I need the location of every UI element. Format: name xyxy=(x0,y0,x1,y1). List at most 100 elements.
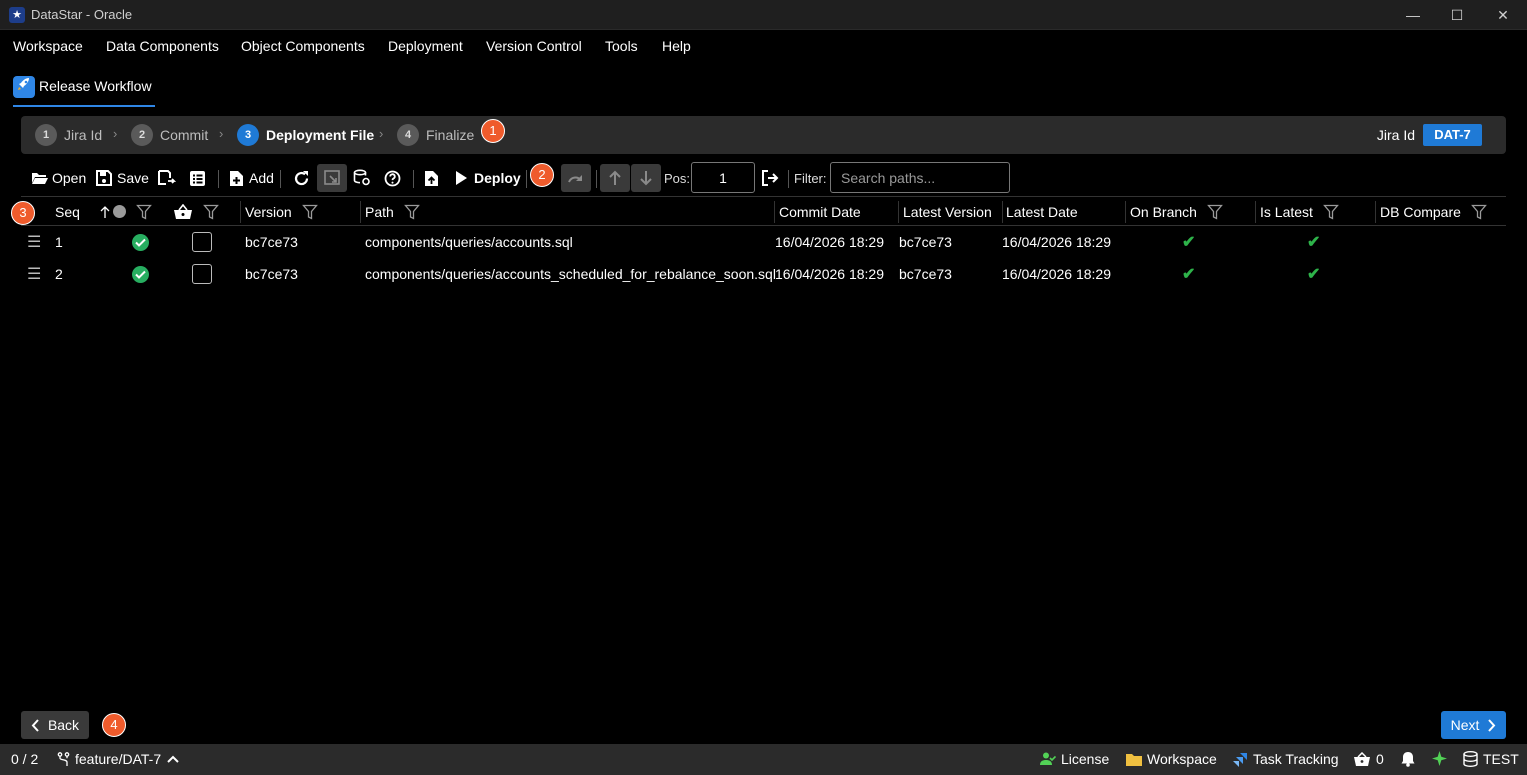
column-status[interactable] xyxy=(109,197,169,226)
is-latest-check-icon: ✔ xyxy=(1307,234,1321,251)
filter-icon[interactable] xyxy=(403,204,420,220)
menu-deployment[interactable]: Deployment xyxy=(388,38,463,54)
latest-version-cell: bc7ce73 xyxy=(899,234,952,250)
upload-button[interactable] xyxy=(422,164,440,192)
add-label: Add xyxy=(249,170,274,186)
license-label: License xyxy=(1061,751,1110,767)
column-path[interactable]: Path xyxy=(361,197,771,226)
compare-button[interactable] xyxy=(353,164,371,192)
drag-handle-icon[interactable]: ☰ xyxy=(27,226,41,258)
column-commit-date[interactable]: Commit Date xyxy=(775,197,899,226)
user-check-icon xyxy=(1040,752,1056,766)
workflow-stepper: 1 Jira Id › 2 Commit › 3 Deployment File… xyxy=(21,116,1506,154)
move-up-button[interactable] xyxy=(600,164,630,192)
add-button[interactable]: Add xyxy=(227,164,274,192)
ai-assistant-button[interactable] xyxy=(1432,751,1452,766)
sparkle-icon xyxy=(1432,751,1447,766)
table-row[interactable]: ☰ 2 bc7ce73 components/queries/accounts_… xyxy=(21,258,1506,290)
column-db-compare[interactable]: DB Compare xyxy=(1376,197,1504,226)
step-commit[interactable]: 2 Commit xyxy=(131,124,208,146)
status-bar: 0 / 2 feature/DAT-7 License Workspace Ta… xyxy=(0,744,1527,775)
column-basket[interactable] xyxy=(169,197,239,226)
step-deployment-file[interactable]: 3 Deployment File xyxy=(237,124,374,146)
step-jira-id[interactable]: 1 Jira Id xyxy=(35,124,102,146)
menu-version-control[interactable]: Version Control xyxy=(486,38,582,54)
notifications-button[interactable] xyxy=(1401,751,1420,767)
position-input[interactable] xyxy=(691,162,755,193)
menu-data-components[interactable]: Data Components xyxy=(106,38,219,54)
workspace-button[interactable]: Workspace xyxy=(1126,751,1217,767)
file-upload-icon xyxy=(422,169,440,187)
help-button[interactable] xyxy=(383,164,401,192)
version-cell: bc7ce73 xyxy=(245,266,298,282)
license-button[interactable]: License xyxy=(1040,751,1109,767)
filter-icon[interactable] xyxy=(1471,204,1487,220)
search-paths-input[interactable] xyxy=(830,162,1010,193)
column-latest-version[interactable]: Latest Version xyxy=(899,197,1002,226)
floppy-disk-icon xyxy=(95,169,113,187)
is-latest-check-icon: ✔ xyxy=(1307,266,1321,283)
table-row[interactable]: ☰ 1 bc7ce73 components/queries/accounts.… xyxy=(21,226,1506,258)
status-dot-icon xyxy=(113,205,126,218)
tab-label: Release Workflow xyxy=(39,78,152,94)
status-cell xyxy=(132,226,149,258)
maximize-button[interactable]: ☐ xyxy=(1434,0,1480,30)
task-tracking-button[interactable]: Task Tracking xyxy=(1233,751,1339,767)
menu-workspace[interactable]: Workspace xyxy=(13,38,83,54)
toolbar-divider xyxy=(788,170,789,188)
next-button[interactable]: Next xyxy=(1441,711,1506,739)
filter-icon[interactable] xyxy=(1323,204,1339,220)
refresh-button[interactable] xyxy=(292,164,310,192)
menu-help[interactable]: Help xyxy=(662,38,691,54)
export-button[interactable] xyxy=(317,164,347,192)
bell-icon xyxy=(1401,751,1415,767)
callout-marker: 1 xyxy=(481,119,505,143)
open-label: Open xyxy=(52,170,87,186)
basket-checkbox[interactable] xyxy=(192,264,212,284)
environment-selector[interactable]: TEST xyxy=(1463,751,1519,767)
column-is-latest[interactable]: Is Latest xyxy=(1256,197,1376,226)
play-icon xyxy=(452,169,470,187)
filter-icon[interactable] xyxy=(1207,204,1223,220)
column-seq[interactable]: Seq xyxy=(51,197,111,226)
menu-tools[interactable]: Tools xyxy=(605,38,638,54)
jira-icon xyxy=(1233,752,1248,767)
branch-selector[interactable]: feature/DAT-7 xyxy=(57,751,179,767)
back-button[interactable]: Back xyxy=(21,711,89,739)
toolbar-divider xyxy=(280,170,281,188)
open-button[interactable]: Open xyxy=(30,164,86,192)
back-label: Back xyxy=(47,717,80,733)
filter-label: Filter: xyxy=(794,171,827,186)
column-on-branch[interactable]: On Branch xyxy=(1126,197,1256,226)
basket-checkbox[interactable] xyxy=(192,232,212,252)
redo-icon xyxy=(567,169,585,187)
minimize-button[interactable]: — xyxy=(1390,0,1436,30)
path-cell: components/queries/accounts_scheduled_fo… xyxy=(365,266,776,282)
menu-object-components[interactable]: Object Components xyxy=(241,38,365,54)
chevron-up-icon xyxy=(167,755,179,763)
deploy-button[interactable]: Deploy xyxy=(452,164,521,192)
latest-version-cell: bc7ce73 xyxy=(899,266,952,282)
filter-icon[interactable] xyxy=(136,204,152,220)
tab-release-workflow[interactable]: Release Workflow xyxy=(13,73,155,107)
basket-status[interactable]: 0 xyxy=(1353,751,1384,767)
branch-name: feature/DAT-7 xyxy=(75,751,162,767)
workspace-label: Workspace xyxy=(1147,751,1217,767)
save-button[interactable]: Save xyxy=(95,164,149,192)
column-latest-date[interactable]: Latest Date xyxy=(1002,197,1125,226)
close-button[interactable]: ✕ xyxy=(1480,0,1526,30)
move-down-button[interactable] xyxy=(631,164,661,192)
app-star-icon: ★ xyxy=(9,7,25,23)
drag-handle-icon[interactable]: ☰ xyxy=(27,258,41,290)
toolbar-divider xyxy=(413,170,414,188)
step-finalize[interactable]: 4 Finalize xyxy=(397,124,474,146)
list-view-button[interactable] xyxy=(188,164,206,192)
latest-date-cell: 16/04/2026 18:29 xyxy=(1002,234,1111,250)
column-version[interactable]: Version xyxy=(241,197,361,226)
column-on-branch-label: On Branch xyxy=(1130,203,1197,220)
move-to-button[interactable] xyxy=(761,164,779,192)
redo-button[interactable] xyxy=(561,164,591,192)
filter-icon[interactable] xyxy=(203,204,219,220)
filter-icon[interactable] xyxy=(301,204,318,220)
save-as-button[interactable] xyxy=(158,164,176,192)
